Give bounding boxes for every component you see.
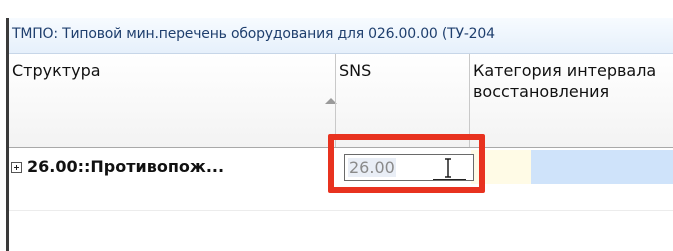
tmpo-window: ТМПО: Типовой мин.перечень оборудования … <box>0 0 673 251</box>
column-header-sns-label: SNS <box>339 61 372 80</box>
expand-plus-icon[interactable] <box>11 162 22 173</box>
column-header-structure-label: Структура <box>12 61 101 80</box>
structure-cell[interactable]: 26.00::Противопож... <box>27 157 224 176</box>
highlight-frame <box>328 134 485 193</box>
window-title: ТМПО: Типовой мин.перечень оборудования … <box>12 26 495 42</box>
row-selection-highlight <box>531 150 673 184</box>
grid-title-bar: ТМПО: Типовой мин.перечень оборудования … <box>9 18 673 54</box>
column-header-structure[interactable]: Структура <box>9 54 335 147</box>
grid-row-divider <box>9 210 673 211</box>
column-header-category[interactable]: Категория интервала восстановления <box>470 54 673 147</box>
column-header-category-label: Категория интервала восстановления <box>473 61 657 101</box>
